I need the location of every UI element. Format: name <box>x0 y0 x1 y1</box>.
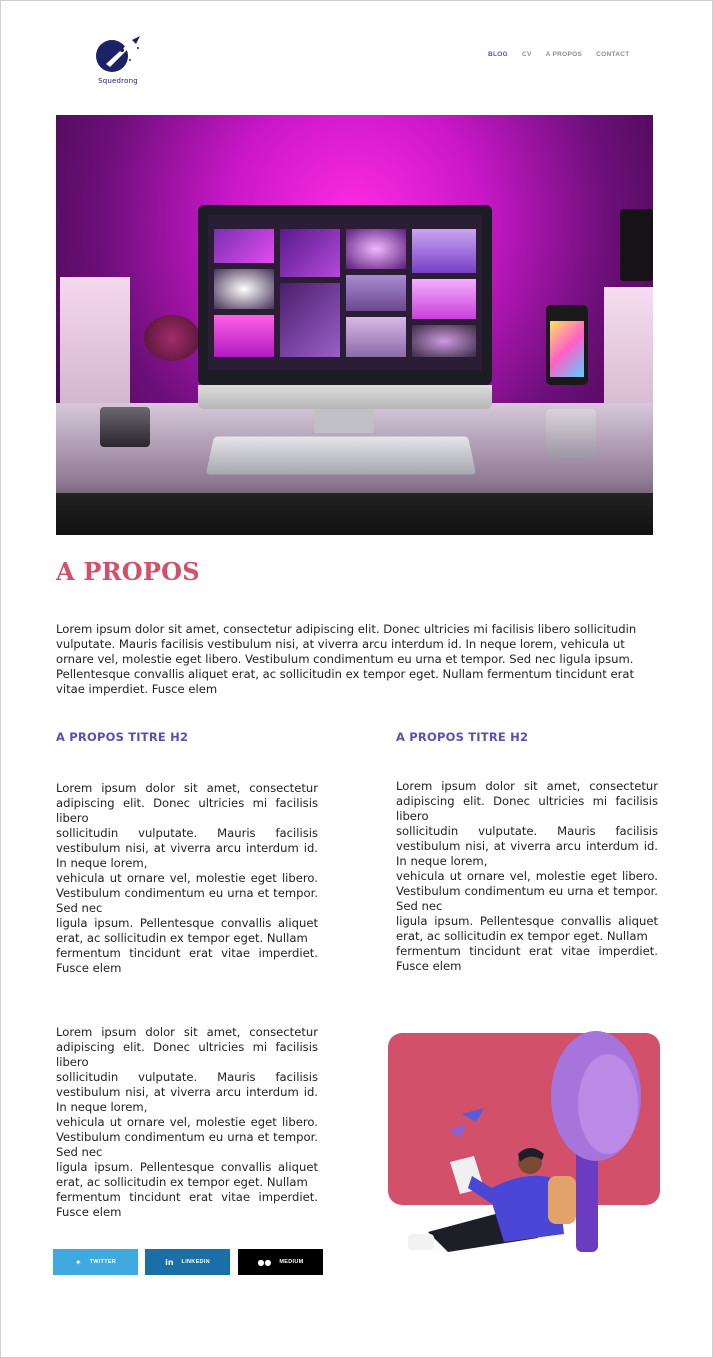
candle <box>100 407 150 447</box>
share-twitter-button[interactable]: ✦ TWITTER <box>53 1249 138 1275</box>
share-medium-button[interactable]: ●● MEDIUM <box>238 1249 323 1275</box>
nav-item-cv[interactable]: CV <box>522 51 532 58</box>
section-paragraph: Lorem ipsum dolor sit amet, consectetur … <box>396 779 658 974</box>
mug <box>546 409 596 461</box>
logo-text: Squedrong <box>98 77 138 85</box>
paragraph-line: Lorem ipsum dolor sit amet, consectetur … <box>56 1025 318 1069</box>
monitor-screen <box>208 215 482 370</box>
nav-item-blog[interactable]: BLOG <box>488 51 508 58</box>
page-title: A PROPOS <box>56 557 200 586</box>
nav-item-contact[interactable]: CONTACT <box>596 51 629 58</box>
share-linkedin-button[interactable]: in LINKEDIN <box>145 1249 230 1275</box>
section-heading: A PROPOS TITRE H2 <box>396 730 529 744</box>
monitor-chin <box>198 385 492 409</box>
hero-image <box>56 115 653 535</box>
paragraph-line: vehicula ut ornare vel, molestie eget li… <box>396 869 658 913</box>
site-logo[interactable]: Squedrong <box>92 34 144 90</box>
intro-paragraph: Lorem ipsum dolor sit amet, consectetur … <box>56 622 637 696</box>
flowers <box>144 315 200 361</box>
monitor-stand <box>314 409 374 433</box>
paragraph-line: ligula ipsum. Pellentesque convallis ali… <box>56 916 318 945</box>
desk-edge <box>56 493 653 535</box>
paragraph-line: vehicula ut ornare vel, molestie eget li… <box>56 871 318 915</box>
paragraph-line: fermentum tincidunt erat vitae imperdiet… <box>56 1190 318 1219</box>
reading-illustration <box>388 1012 663 1258</box>
paragraph-line: Lorem ipsum dolor sit amet, consectetur … <box>396 779 658 823</box>
paragraph-line: vehicula ut ornare vel, molestie eget li… <box>56 1115 318 1159</box>
paragraph-line: sollicitudin vulputate. Mauris facilisis… <box>56 826 318 870</box>
phone-screen <box>550 321 584 377</box>
paragraph-line: fermentum tincidunt erat vitae imperdiet… <box>396 944 658 973</box>
paragraph-line: fermentum tincidunt erat vitae imperdiet… <box>56 946 318 975</box>
share-label: TWITTER <box>89 1259 117 1265</box>
speaker <box>620 209 653 281</box>
section-heading: A PROPOS TITRE H2 <box>56 730 189 744</box>
paragraph-line: sollicitudin vulputate. Mauris facilisis… <box>396 824 658 868</box>
linkedin-icon: in <box>165 1257 174 1267</box>
paragraph-line: ligula ipsum. Pellentesque convallis ali… <box>56 1160 318 1189</box>
medium-icon: ●● <box>257 1257 272 1267</box>
paragraph-line: ligula ipsum. Pellentesque convallis ali… <box>396 914 658 943</box>
main-nav: BLOG CV A PROPOS CONTACT <box>488 51 630 58</box>
twitter-icon: ✦ <box>74 1257 82 1267</box>
share-label: LINKEDIN <box>181 1259 210 1265</box>
keyboard <box>205 436 477 475</box>
paragraph-line: Lorem ipsum dolor sit amet, consectetur … <box>56 781 318 825</box>
reading-person-illustration <box>388 1031 660 1252</box>
section-paragraph: Lorem ipsum dolor sit amet, consectetur … <box>56 781 318 976</box>
nav-item-a-propos[interactable]: A PROPOS <box>546 51 582 58</box>
rocket-moon-icon <box>96 36 140 72</box>
share-label: MEDIUM <box>279 1259 304 1265</box>
section-paragraph: Lorem ipsum dolor sit amet, consectetur … <box>56 1025 318 1220</box>
paragraph-line: sollicitudin vulputate. Mauris facilisis… <box>56 1070 318 1114</box>
